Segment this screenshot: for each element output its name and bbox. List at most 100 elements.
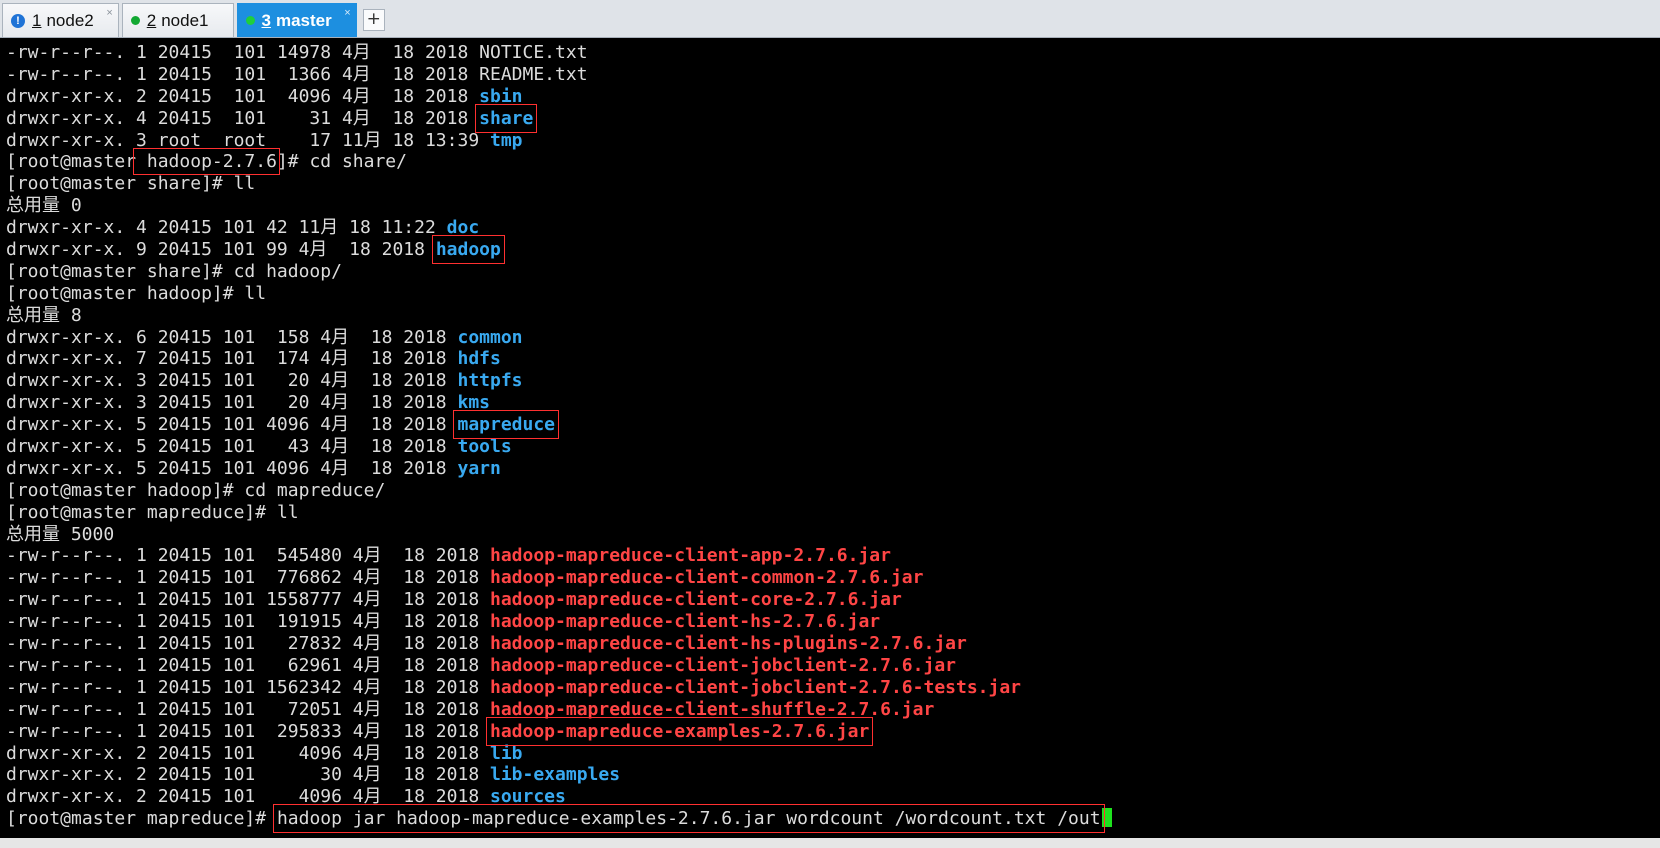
listing-row: drwxr-xr-x. 3 20415 101 20 4月 18 2018 km… (6, 392, 1660, 414)
jar-file-name: hadoop-mapreduce-client-common-2.7.6.jar (490, 567, 924, 589)
listing-meta: drwxr-xr-x. 3 20415 101 20 4月 18 2018 (6, 392, 458, 414)
connected-status-icon (130, 16, 140, 25)
directory-name: doc (446, 217, 480, 239)
prompt-line: [root@master hadoop-2.7.6]# cd share/ (6, 148, 1660, 176)
close-icon[interactable]: × (106, 7, 112, 19)
tab-bar: ! 1 node2 × 2 node1 3 master × + (0, 0, 1660, 38)
prompt-text: [root@master share]# (6, 173, 234, 195)
prompt-line: [root@master mapreduce]# ll (6, 502, 1660, 524)
warning-icon: ! (11, 13, 25, 28)
listing-meta: drwxr-xr-x. 4 20415 101 42 11月 18 11:22 (6, 217, 447, 239)
listing-meta: -rw-r--r--. 1 20415 101 545480 4月 18 201… (6, 545, 490, 567)
tab-number: 3 (261, 10, 271, 30)
directory-name: hdfs (457, 348, 501, 370)
tab-number: 2 (146, 10, 157, 30)
tab-node1[interactable]: 2 node1 (121, 3, 234, 37)
prompt-text: ]# (276, 151, 310, 173)
listing-row: -rw-r--r--. 1 20415 101 14978 4月 18 2018… (6, 42, 1660, 64)
close-icon[interactable]: × (344, 7, 350, 19)
tab-label: node1 (161, 10, 209, 30)
listing-row: -rw-r--r--. 1 20415 101 295833 4月 18 201… (6, 716, 1660, 746)
listing-meta: drwxr-xr-x. 2 20415 101 4096 4月 18 2018 (6, 742, 490, 764)
prompt-line: [root@master share]# ll (6, 173, 1660, 195)
listing-meta: -rw-r--r--. 1 20415 101 1366 4月 18 2018 (6, 63, 480, 85)
horizontal-scrollbar[interactable] (0, 838, 1660, 848)
jar-file-name: hadoop-mapreduce-examples-2.7.6.jar (485, 716, 874, 746)
jar-file-name: hadoop-mapreduce-client-hs-plugins-2.7.6… (490, 633, 967, 655)
total-line: 总用量 0 (6, 195, 82, 217)
jar-file-name: hadoop-mapreduce-client-hs-2.7.6.jar (490, 611, 881, 633)
new-tab-button[interactable]: + (362, 9, 385, 31)
directory-name: httpfs (457, 370, 523, 392)
listing-row: -rw-r--r--. 1 20415 101 776862 4月 18 201… (6, 567, 1660, 589)
listing-row: drwxr-xr-x. 2 20415 101 4096 4月 18 2018 … (6, 86, 1660, 108)
command-text[interactable]: hadoop jar hadoop-mapreduce-examples-2.7… (272, 804, 1105, 834)
listing-row: -rw-r--r--. 1 20415 101 62961 4月 18 2018… (6, 655, 1660, 677)
command-text: ll (244, 282, 267, 304)
listing-row: drwxr-xr-x. 4 20415 101 31 4月 18 2018 sh… (6, 103, 1660, 133)
listing-meta: -rw-r--r--. 1 20415 101 27832 4月 18 2018 (6, 633, 490, 655)
listing-meta: -rw-r--r--. 1 20415 101 62961 4月 18 2018 (6, 654, 490, 676)
listing-meta: drwxr-xr-x. 5 20415 101 4096 4月 18 2018 (6, 457, 458, 479)
jar-file-name: hadoop-mapreduce-client-shuffle-2.7.6.ja… (490, 698, 935, 720)
listing-row: drwxr-xr-x. 5 20415 101 4096 4月 18 2018 … (6, 458, 1660, 480)
prompt-text: [root@master (6, 151, 137, 173)
listing-meta: drwxr-xr-x. 9 20415 101 99 4月 18 2018 (6, 239, 436, 261)
tab-label: master (275, 10, 332, 30)
tab-node2[interactable]: ! 1 node2 × (2, 3, 119, 37)
listing-row: drwxr-xr-x. 2 20415 101 4096 4月 18 2018 … (6, 743, 1660, 765)
listing-meta: drwxr-xr-x. 5 20415 101 4096 4月 18 2018 (6, 414, 458, 436)
listing-row: drwxr-xr-x. 4 20415 101 42 11月 18 11:22 … (6, 217, 1660, 239)
total-line: 总用量 5000 (6, 523, 115, 545)
listing-row: -rw-r--r--. 1 20415 101 1558777 4月 18 20… (6, 589, 1660, 611)
prompt-line: [root@master hadoop]# ll (6, 283, 1660, 305)
listing-row: drwxr-xr-x. 5 20415 101 43 4月 18 2018 to… (6, 436, 1660, 458)
listing-meta: drwxr-xr-x. 4 20415 101 31 4月 18 2018 (6, 107, 480, 129)
directory-name: lib-examples (490, 764, 621, 786)
prompt-line: [root@master mapreduce]# hadoop jar hado… (6, 804, 1660, 834)
prompt-path-highlight: hadoop-2.7.6 (133, 148, 280, 176)
jar-file-name: hadoop-mapreduce-client-jobclient-2.7.6-… (490, 676, 1022, 698)
jar-file-name: hadoop-mapreduce-client-core-2.7.6.jar (490, 589, 902, 611)
listing-meta: drwxr-xr-x. 5 20415 101 43 4月 18 2018 (6, 436, 458, 458)
terminal-output[interactable]: -rw-r--r--. 1 20415 101 14978 4月 18 2018… (0, 38, 1660, 848)
file-name: NOTICE.txt (479, 42, 588, 63)
listing-meta: drwxr-xr-x. 7 20415 101 174 4月 18 2018 (6, 348, 458, 370)
directory-name: share (475, 103, 538, 133)
listing-meta: drwxr-xr-x. 3 20415 101 20 4月 18 2018 (6, 370, 458, 392)
listing-row: drwxr-xr-x. 2 20415 101 30 4月 18 2018 li… (6, 764, 1660, 786)
listing-row: -rw-r--r--. 1 20415 101 27832 4月 18 2018… (6, 633, 1660, 655)
listing-row: drwxr-xr-x. 6 20415 101 158 4月 18 2018 c… (6, 327, 1660, 349)
listing-meta: -rw-r--r--. 1 20415 101 191915 4月 18 201… (6, 611, 490, 633)
listing-row: drwxr-xr-x. 3 20415 101 20 4月 18 2018 ht… (6, 370, 1660, 392)
listing-row: drwxr-xr-x. 5 20415 101 4096 4月 18 2018 … (6, 410, 1660, 440)
listing-meta: -rw-r--r--. 1 20415 101 295833 4月 18 201… (6, 720, 490, 742)
prompt-text: [root@master mapreduce]# (6, 501, 277, 523)
directory-name: sbin (479, 85, 523, 107)
prompt-text: [root@master hadoop]# (6, 479, 245, 501)
listing-row: drwxr-xr-x. 7 20415 101 174 4月 18 2018 h… (6, 348, 1660, 370)
command-text: cd hadoop/ (233, 260, 342, 282)
prompt-line: [root@master share]# cd hadoop/ (6, 261, 1660, 283)
listing-meta: -rw-r--r--. 1 20415 101 14978 4月 18 2018 (6, 42, 480, 63)
prompt-line: [root@master hadoop]# cd mapreduce/ (6, 480, 1660, 502)
tab-master[interactable]: 3 master × (236, 3, 357, 37)
listing-meta: -rw-r--r--. 1 20415 101 1562342 4月 18 20… (6, 676, 490, 698)
command-text: ll (276, 501, 299, 523)
tab-label: node2 (46, 10, 94, 30)
listing-row: -rw-r--r--. 1 20415 101 545480 4月 18 201… (6, 545, 1660, 567)
listing-meta: drwxr-xr-x. 2 20415 101 30 4月 18 2018 (6, 764, 490, 786)
listing-meta: -rw-r--r--. 1 20415 101 776862 4月 18 201… (6, 567, 490, 589)
command-text: cd share/ (309, 151, 407, 173)
prompt-text: [root@master hadoop]# (6, 282, 245, 304)
directory-name: tmp (490, 129, 523, 151)
jar-file-name: hadoop-mapreduce-client-jobclient-2.7.6.… (490, 654, 956, 676)
listing-row: drwxr-xr-x. 9 20415 101 99 4月 18 2018 ha… (6, 235, 1660, 265)
listing-row: -rw-r--r--. 1 20415 101 72051 4月 18 2018… (6, 699, 1660, 721)
directory-name: sources (490, 786, 566, 808)
tab-number: 1 (32, 10, 42, 30)
listing-meta: -rw-r--r--. 1 20415 101 72051 4月 18 2018 (6, 698, 490, 720)
connected-status-icon (245, 16, 255, 25)
listing-row: -rw-r--r--. 1 20415 101 1366 4月 18 2018 … (6, 64, 1660, 86)
directory-name: yarn (457, 457, 501, 479)
